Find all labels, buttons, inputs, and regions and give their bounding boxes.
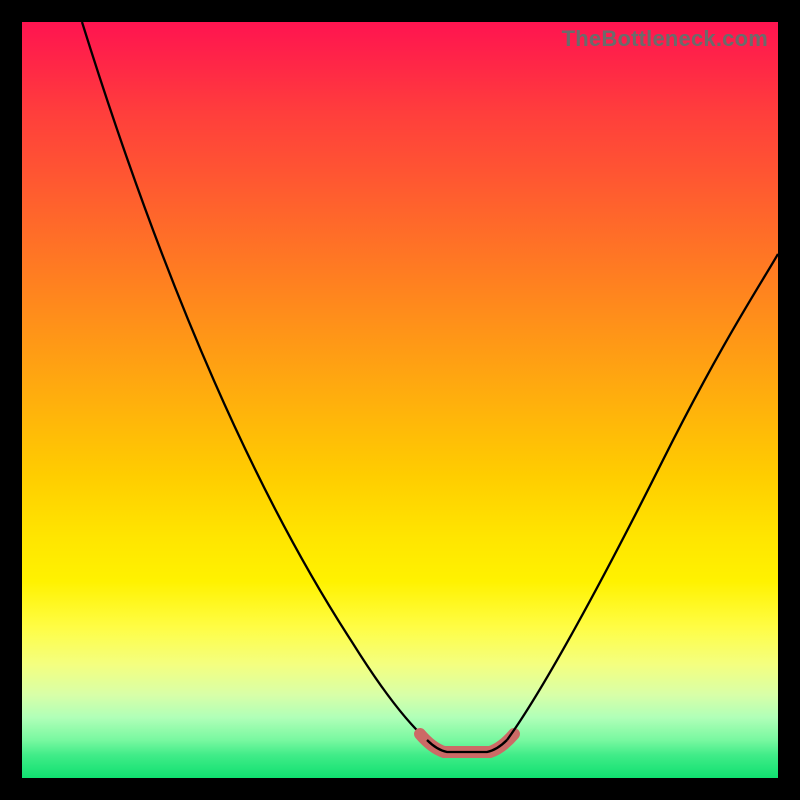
plot-area: TheBottleneck.com — [22, 22, 778, 778]
chart-frame: TheBottleneck.com — [0, 0, 800, 800]
curve-left-limb — [82, 22, 427, 740]
curve-right-limb — [507, 254, 778, 740]
curve-layer — [22, 22, 778, 778]
valley-highlight — [420, 734, 514, 752]
